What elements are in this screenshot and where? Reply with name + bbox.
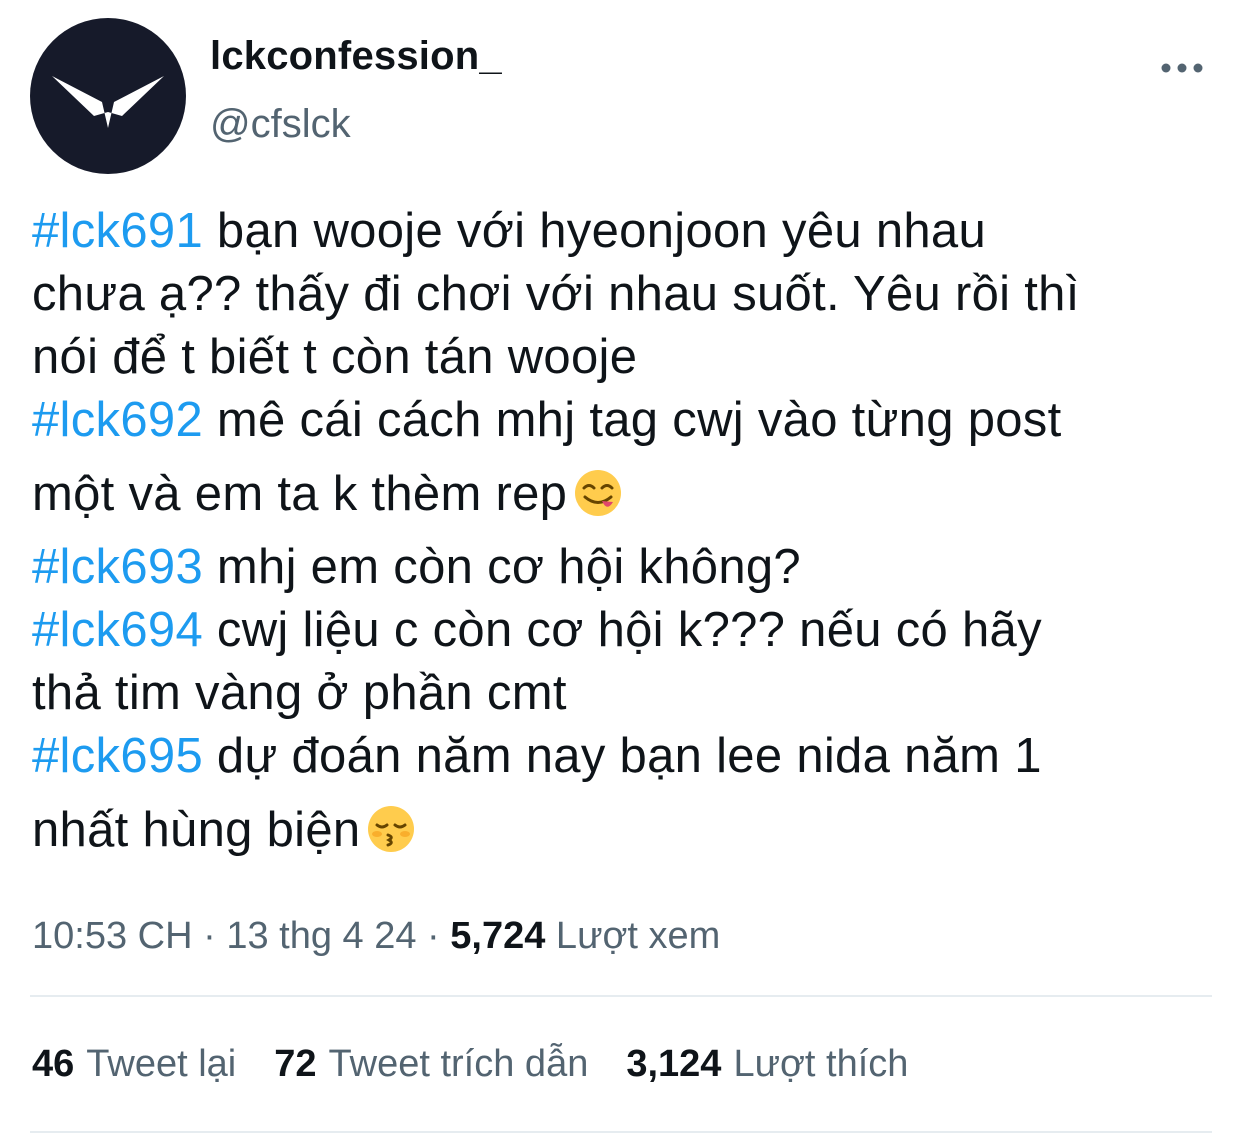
tweet-line: nói để t biết t còn tán wooje [32, 326, 1232, 389]
meta-separator: · [192, 915, 227, 957]
tweet-line: #lck695 dự đoán năm nay bạn lee nida năm… [32, 725, 1232, 788]
tweet-line: thả tim vàng ở phần cmt [32, 662, 1232, 725]
tweet-line: #lck691 bạn wooje với hyeonjoon yêu nhau [32, 200, 1232, 263]
tweet-line: #lck693 mhj em còn cơ hội không? [32, 536, 1232, 599]
tweet-time[interactable]: 10:53 CH [32, 915, 193, 957]
tweet-meta: 10:53 CH · 13 thg 4 24 · 5,724 Lượt xem [32, 910, 720, 962]
divider [30, 1131, 1212, 1133]
likes-label: Lượt thích [733, 1043, 909, 1085]
tweet-line-text: mê cái cách mhj tag cwj vào từng post [203, 393, 1062, 447]
quote-tweets-label: Tweet trích dẫn [328, 1043, 589, 1085]
author-handle[interactable]: @cfslck [210, 98, 351, 150]
meta-separator: · [416, 915, 451, 957]
engagement-stats: 46 Tweet lại 72 Tweet trích dẫn 3,124 Lượt … [32, 1038, 908, 1090]
tweet-line: #lck694 cwj liệu c còn cơ hội k??? nếu c… [32, 599, 1232, 662]
tweet-line-text: thả tim vàng ở phần cmt [32, 666, 567, 720]
hashtag-link[interactable]: #lck691 [32, 204, 203, 258]
tweet-line-text: chưa ạ?? thấy đi chơi với nhau suốt. Yêu… [32, 267, 1080, 321]
hashtag-link[interactable]: #lck693 [32, 540, 203, 594]
retweets-count: 46 [32, 1043, 75, 1085]
tweet-line-text: nói để t biết t còn tán wooje [32, 330, 638, 384]
retweets-label: Tweet lại [86, 1043, 237, 1085]
tweet-line-text: cwj liệu c còn cơ hội k??? nếu có hãy [203, 603, 1042, 657]
tweet-text: #lck691 bạn wooje với hyeonjoon yêu nhau… [32, 200, 1232, 872]
tweet-line-text: bạn wooje với hyeonjoon yêu nhau [203, 204, 987, 258]
hashtag-link[interactable]: #lck692 [32, 393, 203, 447]
quote-tweets-count: 72 [274, 1043, 317, 1085]
tweet-line: nhất hùng biện [32, 788, 1232, 872]
more-options-button[interactable] [1152, 50, 1212, 86]
bird-logo-icon [52, 76, 164, 128]
kissing-face-closed-eyes-emoji [366, 804, 416, 854]
tweet-line-text: mhj em còn cơ hội không? [203, 540, 801, 594]
views-count: 5,724 [450, 915, 546, 957]
tweet-line-text: một và em ta k thèm rep [32, 467, 568, 521]
hashtag-link[interactable]: #lck694 [32, 603, 203, 657]
quote-tweets-stat[interactable]: 72 Tweet trích dẫn [274, 1038, 588, 1090]
author-display-name[interactable]: lckconfession_ [210, 30, 502, 82]
retweets-stat[interactable]: 46 Tweet lại [32, 1038, 236, 1090]
likes-count: 3,124 [626, 1043, 722, 1085]
tweet-line: #lck692 mê cái cách mhj tag cwj vào từng… [32, 389, 1232, 452]
tweet-date[interactable]: 13 thg 4 24 [226, 915, 416, 957]
likes-stat[interactable]: 3,124 Lượt thích [626, 1038, 908, 1090]
tweet-line: chưa ạ?? thấy đi chơi với nhau suốt. Yêu… [32, 263, 1232, 326]
tweet-line-text: nhất hùng biện [32, 803, 361, 857]
tweet-line-text: dự đoán năm nay bạn lee nida năm 1 [203, 729, 1042, 783]
more-horizontal-icon [1161, 63, 1203, 73]
divider [30, 995, 1212, 997]
face-savoring-food-emoji [573, 468, 623, 518]
tweet-line: một và em ta k thèm rep [32, 452, 1232, 536]
hashtag-link[interactable]: #lck695 [32, 729, 203, 783]
avatar[interactable] [30, 18, 186, 174]
views-label: Lượt xem [545, 915, 721, 957]
